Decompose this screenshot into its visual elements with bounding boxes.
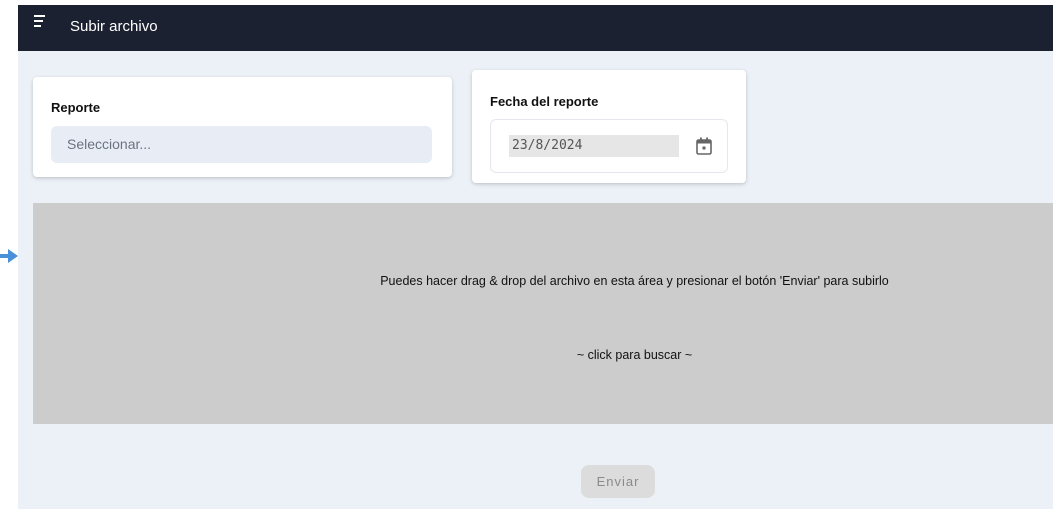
arrow-right-icon: [0, 249, 18, 263]
report-date-card: Fecha del reporte 23/8/2024: [472, 70, 746, 183]
hamburger-menu-icon[interactable]: [34, 15, 48, 27]
top-bar: Subir archivo: [18, 5, 1053, 51]
file-dropzone[interactable]: Puedes hacer drag & drop del archivo en …: [33, 203, 1053, 424]
app-window: Subir archivo Reporte Seleccionar... Fec…: [18, 5, 1053, 509]
report-date-label: Fecha del reporte: [490, 94, 599, 109]
date-input[interactable]: 23/8/2024: [509, 135, 679, 157]
report-card: Reporte Seleccionar...: [33, 77, 452, 177]
calendar-icon[interactable]: [696, 137, 712, 155]
date-field: 23/8/2024: [490, 119, 728, 173]
report-label: Reporte: [51, 100, 101, 115]
report-select[interactable]: Seleccionar...: [51, 126, 432, 163]
page-title: Subir archivo: [70, 18, 158, 35]
send-button[interactable]: Enviar: [581, 465, 655, 498]
dropzone-browse-link[interactable]: ~ click para buscar ~: [33, 348, 1053, 362]
dropzone-instructions: Puedes hacer drag & drop del archivo en …: [380, 274, 889, 288]
